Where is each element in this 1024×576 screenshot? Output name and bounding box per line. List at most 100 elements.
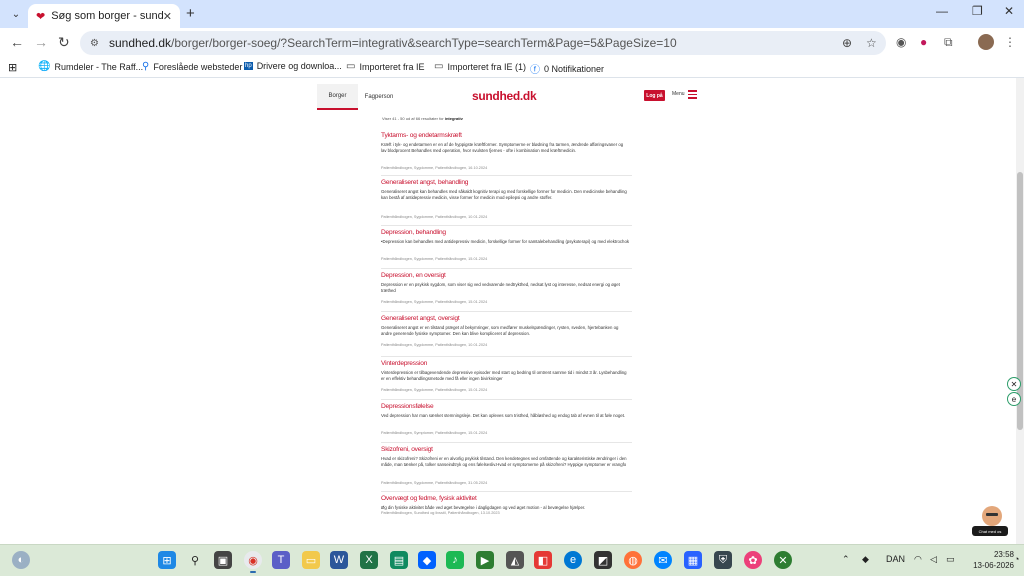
hamburger-menu-icon[interactable] bbox=[688, 90, 697, 99]
bookmark-label: Importeret fra IE bbox=[359, 61, 425, 72]
result-title[interactable]: Vinterdepression bbox=[381, 360, 427, 367]
result-description: •Depression kan behandles med antidepres… bbox=[381, 239, 629, 244]
browser-tab-active[interactable]: ❤ Søg som borger - sundhed.dk ✕ bbox=[28, 4, 180, 28]
tray-chevron-icon[interactable]: ⌃ bbox=[842, 554, 850, 565]
new-tab-icon[interactable]: + bbox=[186, 5, 195, 22]
accessibility-widget-icon[interactable]: e bbox=[1007, 392, 1021, 406]
url-domain: sundhed.dk bbox=[108, 36, 172, 50]
wifi-icon[interactable]: ◠ bbox=[914, 554, 922, 565]
messenger-icon[interactable]: ✉ bbox=[654, 551, 672, 569]
close-window-icon[interactable]: ✕ bbox=[1004, 4, 1014, 18]
notifications-icon[interactable]: ◔ bbox=[1014, 554, 1019, 564]
file-explorer-icon[interactable]: ▭ bbox=[302, 551, 320, 569]
bookmark-rumdeler[interactable]: 🌐 Rumdeler - The Raff... bbox=[38, 61, 143, 72]
result-description: Hvad er skizofreni? Skizofreni er en alv… bbox=[381, 456, 627, 467]
language-indicator[interactable]: DAN bbox=[886, 554, 905, 564]
chat-widget[interactable]: Chat med os bbox=[972, 506, 1008, 536]
menu-label[interactable]: Menu bbox=[672, 91, 685, 97]
edge-icon[interactable]: e bbox=[564, 551, 582, 569]
battery-icon[interactable]: ▭ bbox=[946, 554, 955, 565]
profile-avatar[interactable] bbox=[978, 34, 994, 50]
bookmark-notifikationer[interactable]: ⓕ 0 Notifikationer bbox=[530, 61, 605, 77]
result-title[interactable]: Depression, behandling bbox=[381, 229, 446, 236]
result-title[interactable]: Tyktarms- og endetarmskræft bbox=[381, 132, 462, 139]
minimize-icon[interactable]: — bbox=[936, 4, 948, 18]
tab-search-chevron-icon[interactable]: ⌄ bbox=[6, 5, 26, 23]
result-description: Ved depression har man sænket stemningsl… bbox=[381, 413, 626, 418]
media-player-icon[interactable]: ▶ bbox=[476, 551, 494, 569]
chat-button[interactable]: Chat med os bbox=[972, 526, 1008, 536]
bookmark-drivere[interactable]: hp Drivere og downloa... bbox=[244, 61, 342, 71]
task-view-icon[interactable]: ▣ bbox=[214, 551, 232, 569]
result-title[interactable]: Generaliseret angst, oversigt bbox=[381, 315, 460, 322]
volume-icon[interactable]: ◁ bbox=[930, 554, 937, 565]
site-logo[interactable]: sundhed.dk bbox=[472, 89, 537, 103]
close-tab-icon[interactable]: ✕ bbox=[163, 10, 172, 23]
more-menu-icon[interactable]: ⋮ bbox=[1004, 35, 1016, 49]
page-scrollbar[interactable] bbox=[1016, 78, 1024, 544]
site-info-icon[interactable]: ⚙ bbox=[90, 38, 99, 49]
bookmark-label: Foreslåede websteder bbox=[153, 61, 243, 72]
result-title[interactable]: Generaliseret angst, behandling bbox=[381, 179, 468, 186]
bookmark-importeret-ie-1[interactable]: ▭ Importeret fra IE (1) bbox=[434, 61, 526, 72]
result-description: Generaliseret angst kan behandles med så… bbox=[381, 189, 627, 200]
result-item: Generaliseret angst, oversigt Generalise… bbox=[381, 315, 632, 357]
store-icon[interactable]: ▤ bbox=[390, 551, 408, 569]
search-results: Tyktarms- og endetarmskræft Kræft i tyk-… bbox=[381, 132, 632, 535]
hp-icon: hp bbox=[244, 62, 253, 70]
tab-title: Søg som borger - sundhed.dk bbox=[51, 10, 163, 22]
xbox-icon[interactable]: ✕ bbox=[774, 551, 792, 569]
bookmark-star-icon[interactable]: ☆ bbox=[866, 31, 877, 55]
windows-taskbar: ◐ ⊞ ⚲ ▣ ◉ T ▭ W X ▤ ◆ ♪ ▶ ◭ ◧ e ◩ ◍ ✉ ▦ … bbox=[0, 544, 1024, 576]
app-icon[interactable]: ◭ bbox=[506, 551, 524, 569]
zoom-icon[interactable]: ⊕ bbox=[842, 31, 852, 55]
apps-grid-icon[interactable]: ⊞ bbox=[8, 61, 17, 74]
search-icon[interactable]: ⚲ bbox=[186, 551, 204, 569]
login-button[interactable]: Log på bbox=[644, 90, 665, 101]
folder-icon: ▭ bbox=[434, 61, 444, 72]
firefox-icon[interactable]: ◍ bbox=[624, 551, 642, 569]
vpn-shield-icon[interactable]: ⛨ bbox=[714, 551, 732, 569]
system-clock[interactable]: 23:58 13-06-2026 bbox=[968, 549, 1014, 571]
widgets-icon[interactable]: ◐ bbox=[12, 551, 30, 569]
result-title[interactable]: Skizofreni, oversigt bbox=[381, 446, 433, 453]
excel-icon[interactable]: X bbox=[360, 551, 378, 569]
close-widget-icon[interactable]: ✕ bbox=[1007, 377, 1021, 391]
bookmark-label: 0 Notifikationer bbox=[544, 63, 605, 74]
result-title[interactable]: Depression, en oversigt bbox=[381, 272, 446, 279]
result-item: Tyktarms- og endetarmskræft Kræft i tyk-… bbox=[381, 132, 632, 176]
result-title[interactable]: Depressionsfølelse bbox=[381, 403, 434, 410]
bookmark-foreslaaede[interactable]: ⚲ Foreslåede websteder bbox=[142, 61, 242, 72]
extension-shield-icon[interactable]: ◉ bbox=[896, 35, 906, 49]
app-pink-icon[interactable]: ✿ bbox=[744, 551, 762, 569]
app-blue-icon[interactable]: ▦ bbox=[684, 551, 702, 569]
forward-icon[interactable]: → bbox=[34, 34, 48, 50]
back-icon[interactable]: ← bbox=[10, 34, 24, 50]
chrome-icon[interactable]: ◉ bbox=[244, 551, 262, 573]
results-count-prefix: Viser 41 - 50 ud af 66 resultater for bbox=[382, 116, 445, 121]
extensions-puzzle-icon[interactable]: ⧉ bbox=[944, 35, 953, 50]
dropbox-tray-icon[interactable]: ◆ bbox=[862, 554, 869, 565]
clock-date: 13-06-2026 bbox=[973, 561, 1014, 570]
start-windows-icon[interactable]: ⊞ bbox=[158, 551, 176, 569]
reload-icon[interactable]: ↻ bbox=[58, 34, 70, 51]
extension-color-icon[interactable]: ● bbox=[920, 35, 927, 49]
bookmarks-bar: ⊞ 🌐 Rumdeler - The Raff... ⚲ Foreslåede … bbox=[0, 58, 1024, 78]
address-bar[interactable]: ⚙ sundhed.dk/borger/borger-soeg/?SearchT… bbox=[80, 31, 886, 55]
dropbox-icon[interactable]: ◆ bbox=[418, 551, 436, 569]
bookmark-importeret-ie[interactable]: ▭ Importeret fra IE bbox=[346, 61, 424, 72]
result-meta: Patienthåndbogen, Sundhed og livsstil, P… bbox=[381, 511, 500, 515]
app-dark-icon[interactable]: ◩ bbox=[594, 551, 612, 569]
result-title[interactable]: Overvægt og fedme, fysisk aktivitet bbox=[381, 495, 477, 502]
result-meta: Patienthåndbogen, Symptomer, Patienthånd… bbox=[381, 431, 488, 435]
tab-fagperson[interactable]: Fagperson bbox=[358, 84, 400, 110]
scrollbar-thumb[interactable] bbox=[1017, 172, 1023, 430]
tab-borger[interactable]: Borger bbox=[317, 84, 358, 110]
word-icon[interactable]: W bbox=[330, 551, 348, 569]
teams-icon[interactable]: T bbox=[272, 551, 290, 569]
spotify-icon[interactable]: ♪ bbox=[446, 551, 464, 569]
app-red-icon[interactable]: ◧ bbox=[534, 551, 552, 569]
result-item: Depression, en oversigt Depression er en… bbox=[381, 272, 632, 312]
restore-icon[interactable]: ❐ bbox=[972, 4, 983, 18]
result-description: Vinterdepression er tilbagevendende depr… bbox=[381, 370, 627, 381]
